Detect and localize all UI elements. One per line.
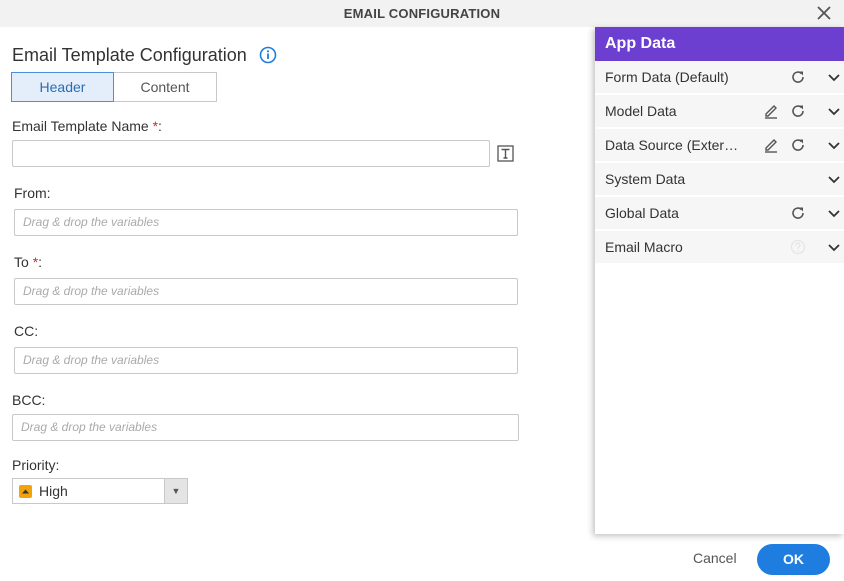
to-label: To *: xyxy=(14,254,43,270)
close-icon[interactable] xyxy=(816,4,832,22)
template-name-input[interactable] xyxy=(12,140,490,167)
chevron-down-icon[interactable] xyxy=(826,239,842,255)
edit-icon[interactable] xyxy=(763,103,779,119)
help-icon[interactable] xyxy=(790,239,806,255)
app-data-item-label: Data Source (External) xyxy=(605,137,743,153)
cancel-button[interactable]: Cancel xyxy=(693,550,737,566)
app-data-item-label: System Data xyxy=(605,171,686,187)
template-name-label: Email Template Name *: xyxy=(12,118,162,134)
ok-button[interactable]: OK xyxy=(757,544,830,575)
app-data-item-form-data[interactable]: Form Data (Default) xyxy=(595,61,844,93)
chevron-down-icon[interactable] xyxy=(826,205,842,221)
section-title: Email Template Configuration xyxy=(12,45,247,65)
app-data-item-label: Form Data (Default) xyxy=(605,69,729,85)
to-input[interactable]: Drag & drop the variables xyxy=(14,278,518,305)
tab-header[interactable]: Header xyxy=(11,72,114,102)
from-label: From: xyxy=(14,185,51,201)
refresh-icon[interactable] xyxy=(790,137,806,153)
app-data-item-global-data[interactable]: Global Data xyxy=(595,197,844,229)
chevron-down-icon[interactable] xyxy=(826,103,842,119)
refresh-icon[interactable] xyxy=(790,205,806,221)
priority-select[interactable]: High ▼ xyxy=(12,478,188,504)
app-data-item-label: Model Data xyxy=(605,103,677,119)
tab-content[interactable]: Content xyxy=(114,72,217,102)
info-icon[interactable] xyxy=(259,46,277,64)
from-input[interactable]: Drag & drop the variables xyxy=(14,209,518,236)
app-data-title: App Data xyxy=(595,27,844,61)
priority-high-icon xyxy=(19,485,32,498)
chevron-down-icon[interactable] xyxy=(826,69,842,85)
dialog-title: EMAIL CONFIGURATION xyxy=(343,6,501,21)
app-data-panel: App Data Form Data (Default) Model Data … xyxy=(595,27,844,534)
app-data-item-data-source[interactable]: Data Source (External) xyxy=(595,129,844,161)
app-data-item-model-data[interactable]: Model Data xyxy=(595,95,844,127)
chevron-down-icon[interactable] xyxy=(826,171,842,187)
priority-value: High xyxy=(39,483,68,499)
refresh-icon[interactable] xyxy=(790,103,806,119)
cc-input[interactable]: Drag & drop the variables xyxy=(14,347,518,374)
chevron-down-icon[interactable]: ▼ xyxy=(164,479,187,503)
app-data-item-label: Global Data xyxy=(605,205,679,221)
text-format-icon[interactable] xyxy=(497,145,514,162)
bcc-label: BCC: xyxy=(12,392,46,408)
cc-label: CC: xyxy=(14,323,39,339)
edit-icon[interactable] xyxy=(763,137,779,153)
app-data-item-system-data[interactable]: System Data xyxy=(595,163,844,195)
refresh-icon[interactable] xyxy=(790,69,806,85)
bcc-input[interactable]: Drag & drop the variables xyxy=(12,414,519,441)
tab-bar: Header Content xyxy=(11,72,217,102)
dialog-titlebar: EMAIL CONFIGURATION xyxy=(0,0,844,27)
chevron-down-icon[interactable] xyxy=(826,137,842,153)
priority-label: Priority: xyxy=(12,457,60,473)
app-data-item-email-macro[interactable]: Email Macro xyxy=(595,231,844,263)
app-data-item-label: Email Macro xyxy=(605,239,683,255)
